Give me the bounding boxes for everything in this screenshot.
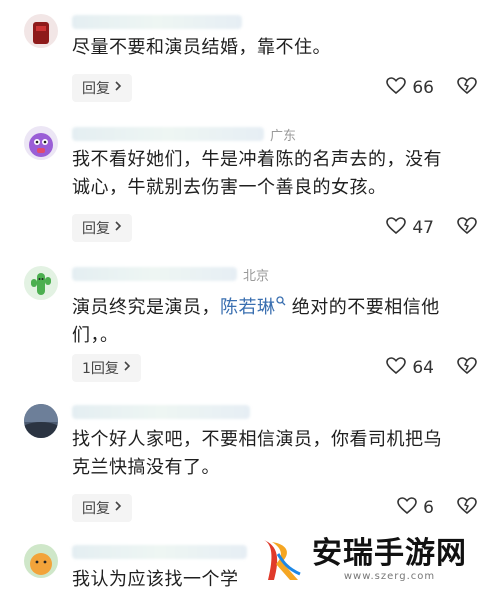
heart-outline-icon — [386, 216, 407, 240]
watermark-url: www.szerg.com — [343, 571, 436, 582]
comment-meta — [72, 14, 248, 30]
reply-button[interactable]: 回复 — [72, 214, 132, 242]
avatar[interactable] — [24, 14, 58, 48]
watermark-text: 安瑞手游网 www.szerg.com — [312, 536, 467, 583]
user-mention[interactable]: 陈若琳 — [220, 296, 286, 318]
reply-button[interactable]: 回复 — [72, 74, 132, 102]
chevron-right-icon — [114, 500, 122, 516]
username[interactable] — [72, 405, 250, 419]
broken-heart-icon — [457, 357, 477, 379]
like-count: 6 — [423, 498, 434, 518]
reply-label: 回复 — [82, 501, 110, 517]
avatar[interactable] — [24, 126, 58, 160]
username[interactable] — [72, 127, 264, 141]
avatar[interactable] — [24, 266, 58, 300]
dislike-button[interactable] — [454, 354, 480, 382]
watermark-title: 安瑞手游网 — [312, 536, 467, 571]
like-count: 47 — [412, 218, 434, 238]
watermark-logo-icon — [252, 534, 304, 586]
search-icon — [275, 287, 286, 315]
comment-meta — [72, 544, 247, 560]
reply-button[interactable]: 1回复 — [72, 354, 141, 382]
dislike-button[interactable] — [454, 494, 480, 522]
comment-text: 演员终究是演员，陈若琳 绝对的不要相信他 们，。 — [72, 287, 482, 350]
comment-text: 我认为应该找一个学 — [72, 569, 239, 590]
dislike-button[interactable] — [454, 214, 480, 242]
broken-heart-icon — [457, 77, 477, 99]
reply-label: 回复 — [82, 81, 110, 97]
username[interactable] — [72, 15, 242, 29]
heart-outline-icon — [386, 356, 407, 380]
like-button[interactable]: 6 — [397, 494, 434, 522]
heart-outline-icon — [397, 496, 417, 520]
reply-label: 回复 — [82, 221, 110, 237]
heart-outline-icon — [386, 76, 407, 100]
comment-text: 尽量不要和演员结婚，靠不住。 — [72, 37, 331, 58]
like-button[interactable]: 66 — [386, 74, 434, 102]
site-watermark: 安瑞手游网 www.szerg.com — [252, 528, 500, 591]
username[interactable] — [72, 267, 237, 281]
like-button[interactable]: 47 — [386, 214, 434, 242]
chevron-right-icon — [123, 360, 131, 376]
reply-button[interactable]: 回复 — [72, 494, 132, 522]
chevron-right-icon — [114, 220, 122, 236]
dislike-button[interactable] — [454, 74, 480, 102]
comment-meta: 广东 — [72, 126, 297, 144]
reply-label: 1回复 — [82, 361, 119, 377]
like-count: 64 — [412, 358, 434, 378]
comment-meta: 北京 — [72, 266, 270, 284]
comment-meta — [72, 404, 256, 420]
region-label: 北京 — [243, 268, 270, 284]
region-label: 广东 — [270, 128, 297, 144]
like-count: 66 — [412, 78, 434, 98]
comment-text: 我不看好她们，牛是冲着陈的名声去的，没有 诚心，牛就别去伤害一个善良的女孩。 — [72, 149, 442, 198]
username[interactable] — [72, 545, 247, 559]
like-button[interactable]: 64 — [386, 354, 434, 382]
comment-text: 找个好人家吧，不要相信演员，你看司机把乌 克兰快搞没有了。 — [72, 429, 442, 478]
avatar[interactable] — [24, 404, 58, 438]
chevron-right-icon — [114, 80, 122, 96]
broken-heart-icon — [457, 217, 477, 239]
broken-heart-icon — [457, 497, 477, 519]
avatar[interactable] — [24, 544, 58, 578]
